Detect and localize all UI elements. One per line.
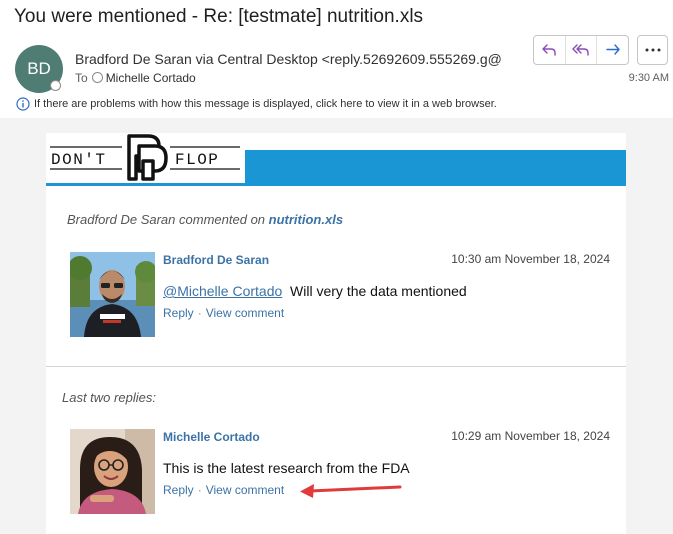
presence-indicator — [50, 80, 61, 91]
display-problem-text[interactable]: If there are problems with how this mess… — [34, 98, 497, 110]
link-separator: · — [197, 306, 202, 320]
reply-text: This is the latest research from the FDA — [163, 460, 410, 476]
notification-card: DON'T FLOP Bradford De Saran commented o… — [46, 133, 626, 534]
annotation-arrow — [300, 484, 402, 498]
header-accent-bar — [245, 150, 626, 186]
recipient-line: To Michelle Cortado — [75, 71, 196, 85]
reply-reply-link[interactable]: Reply — [163, 483, 194, 497]
comment-body: @Michelle Cortado Will very the data men… — [163, 283, 467, 299]
activity-summary: Bradford De Saran commented on nutrition… — [67, 212, 343, 227]
activity-actor: Bradford De Saran — [67, 212, 176, 227]
comment-text: Will very the data mentioned — [290, 283, 467, 299]
info-icon — [16, 97, 30, 111]
bradford-photo — [70, 252, 155, 337]
reply-view-link[interactable]: View comment — [206, 483, 284, 497]
reply-actions: Reply · View comment — [163, 483, 284, 497]
recipient-presence-icon — [91, 72, 103, 83]
message-actions — [533, 35, 629, 65]
logo-monogram — [127, 134, 168, 181]
reply-all-icon — [572, 44, 589, 56]
to-label: To — [75, 71, 88, 85]
dont-flop-logo: DON'T FLOP — [50, 134, 240, 181]
section-divider — [46, 366, 626, 367]
forward-icon — [605, 44, 620, 55]
last-replies-heading: Last two replies: — [62, 390, 156, 405]
reply-timestamp: 10:29 am November 18, 2024 — [451, 429, 610, 443]
avatar-initials: BD — [27, 59, 51, 78]
reply-icon — [542, 44, 557, 56]
logo-left-text: DON'T — [51, 151, 107, 169]
email-subject: You were mentioned - Re: [testmate] nutr… — [14, 6, 424, 27]
more-icon — [645, 48, 660, 52]
commenter-photo — [70, 252, 155, 337]
activity-verb: commented on — [179, 212, 266, 227]
file-link[interactable]: nutrition.xls — [269, 212, 343, 227]
reply-all-button[interactable] — [566, 36, 598, 64]
michelle-photo — [70, 429, 155, 514]
comment-view-link[interactable]: View comment — [206, 306, 284, 320]
recipient-name[interactable]: Michelle Cortado — [106, 71, 196, 85]
comment-author[interactable]: Bradford De Saran — [163, 253, 269, 267]
logo-right-text: FLOP — [175, 151, 219, 169]
link-separator: · — [197, 483, 202, 497]
reply-button[interactable] — [534, 36, 566, 64]
reply-author[interactable]: Michelle Cortado — [163, 430, 260, 444]
comment-reply-link[interactable]: Reply — [163, 306, 194, 320]
brand-logo: DON'T FLOP — [46, 133, 245, 183]
comment-timestamp: 10:30 am November 18, 2024 — [451, 252, 610, 266]
received-time: 9:30 AM — [628, 72, 669, 84]
display-problem-bar[interactable]: If there are problems with how this mess… — [16, 97, 497, 111]
comment-actions: Reply · View comment — [163, 306, 284, 320]
forward-button[interactable] — [597, 36, 628, 64]
header-accent-underline — [46, 183, 245, 186]
sender-line[interactable]: Bradford De Saran via Central Desktop <r… — [75, 51, 513, 67]
more-actions-button[interactable] — [637, 35, 668, 65]
mention-link[interactable]: @Michelle Cortado — [163, 283, 282, 299]
reply-author-photo — [70, 429, 155, 514]
